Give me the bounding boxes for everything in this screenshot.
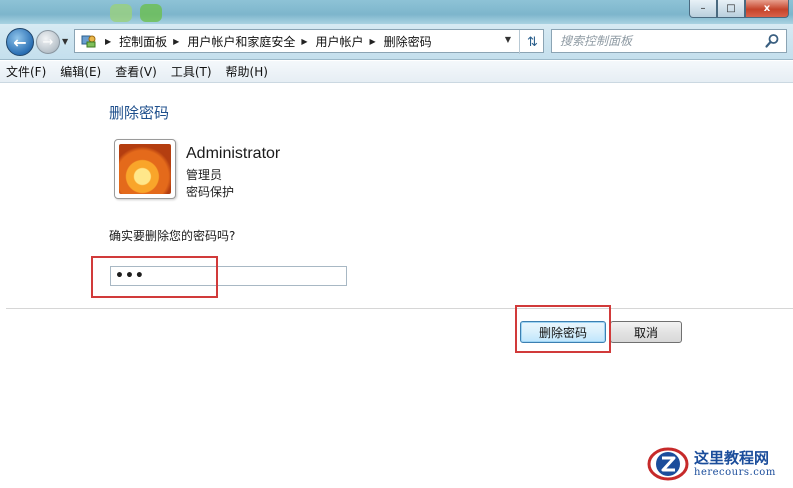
refresh-icon: ⇅: [527, 34, 538, 50]
back-button[interactable]: ←: [6, 28, 34, 56]
user-picture-frame: [114, 139, 176, 199]
address-row: ← → ▼ ▶ 控制面板 ▶ 用户帐户和家庭安全 ▶ 用户帐户 ▶ 删除密码 ▼…: [0, 24, 793, 60]
cancel-button[interactable]: 取消: [610, 321, 682, 343]
user-role: 管理员: [186, 168, 223, 182]
breadcrumb-separator-icon: ▶: [105, 36, 112, 46]
address-bar[interactable]: ▶ 控制面板 ▶ 用户帐户和家庭安全 ▶ 用户帐户 ▶ 删除密码 ▼: [74, 29, 544, 53]
menu-help[interactable]: 帮助(H): [226, 63, 268, 80]
watermark-title: 这里教程网: [694, 448, 770, 467]
breadcrumb-separator-icon[interactable]: ▶: [370, 37, 376, 46]
highlight-box-confirm: [515, 305, 611, 353]
refresh-button[interactable]: ⇅: [519, 30, 545, 54]
menu-bar: 文件(F) 编辑(E) 查看(V) 工具(T) 帮助(H): [0, 61, 793, 83]
content-pane: 删除密码 Administrator 管理员 密码保护 确实要删除您的密码吗? …: [6, 83, 793, 488]
menu-edit[interactable]: 编辑(E): [60, 63, 101, 80]
breadcrumb-separator-icon[interactable]: ▶: [173, 37, 179, 46]
breadcrumb: ▶ 控制面板 ▶ 用户帐户和家庭安全 ▶ 用户帐户 ▶ 删除密码: [99, 33, 432, 50]
search-box[interactable]: [551, 29, 787, 53]
user-avatar-flower-image: [119, 144, 171, 194]
search-icon[interactable]: [764, 33, 780, 49]
breadcrumb-item-user-accounts[interactable]: 用户帐户: [316, 33, 364, 50]
taskbar-blob-decoration: [110, 4, 132, 22]
window-controls: – □ x: [689, 0, 789, 18]
breadcrumb-item-user-accounts-family-safety[interactable]: 用户帐户和家庭安全: [187, 33, 295, 50]
minimize-button[interactable]: –: [689, 0, 717, 18]
forward-arrow-icon: →: [42, 34, 54, 50]
user-name: Administrator: [186, 145, 281, 162]
address-dropdown-icon[interactable]: ▼: [505, 35, 511, 44]
close-button[interactable]: x: [745, 0, 789, 18]
maximize-button[interactable]: □: [717, 0, 745, 18]
watermark-text: 这里教程网 herecours.com: [694, 449, 776, 478]
confirm-question: 确实要删除您的密码吗?: [109, 229, 236, 243]
menu-file[interactable]: 文件(F): [6, 63, 46, 80]
breadcrumb-item-remove-password[interactable]: 删除密码: [384, 33, 432, 50]
menu-tools[interactable]: 工具(T): [171, 63, 212, 80]
window-titlebar: – □ x: [0, 0, 793, 24]
breadcrumb-item-control-panel[interactable]: 控制面板: [119, 33, 167, 50]
forward-button[interactable]: →: [36, 30, 60, 54]
page-title: 删除密码: [109, 104, 170, 122]
taskbar-blob-decoration: [140, 4, 162, 22]
watermark-subtitle: herecours.com: [694, 466, 776, 478]
history-dropdown-icon[interactable]: ▼: [62, 37, 68, 46]
search-input[interactable]: [560, 34, 760, 48]
site-watermark: 这里教程网 herecours.com: [644, 440, 790, 486]
menu-view[interactable]: 查看(V): [115, 63, 157, 80]
breadcrumb-separator-icon[interactable]: ▶: [301, 37, 307, 46]
password-status: 密码保护: [186, 185, 235, 199]
control-panel-icon: [79, 33, 99, 49]
watermark-logo-icon: [644, 442, 690, 484]
back-arrow-icon: ←: [13, 32, 27, 52]
highlight-box-password: [91, 256, 218, 298]
divider: [6, 308, 793, 309]
